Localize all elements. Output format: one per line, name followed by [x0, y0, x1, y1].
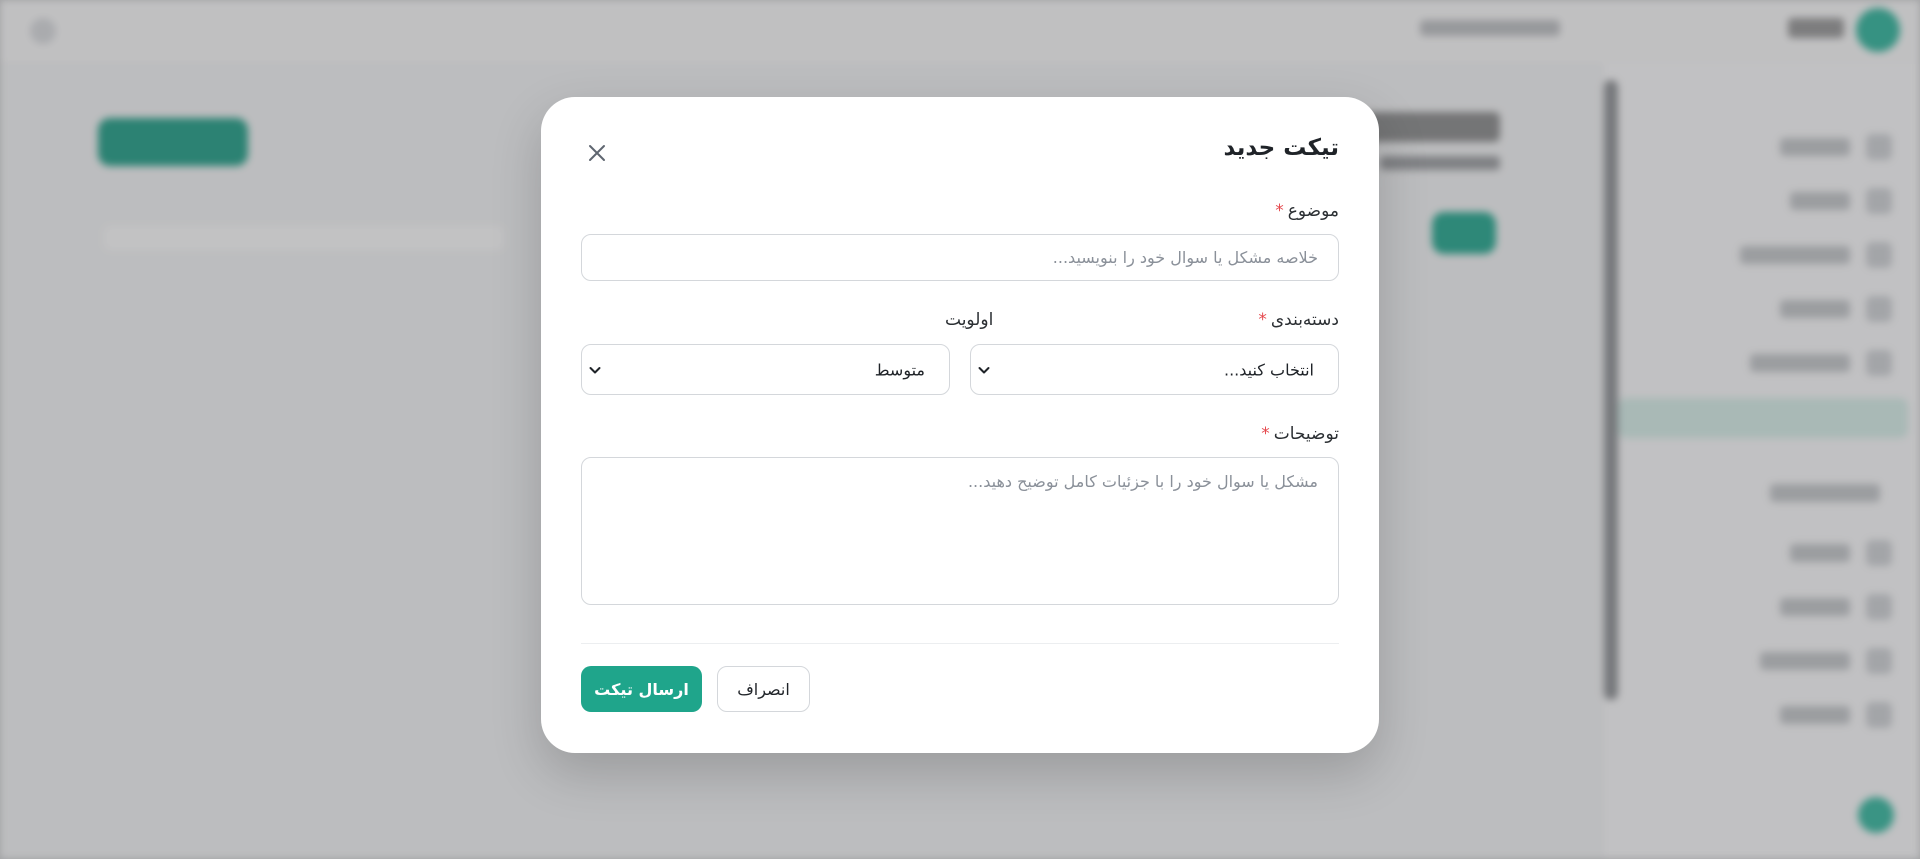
chevron-down-icon	[589, 366, 601, 373]
category-select[interactable]: انتخاب کنید...	[970, 344, 1339, 395]
close-button[interactable]	[585, 141, 609, 165]
subject-label: موضوع*	[1275, 201, 1339, 221]
required-mark: *	[1258, 310, 1267, 330]
description-textarea[interactable]	[582, 458, 1338, 604]
required-mark: *	[1275, 201, 1284, 221]
required-mark: *	[1261, 424, 1270, 444]
cancel-button[interactable]: انصراف	[717, 666, 810, 712]
subject-field[interactable]	[581, 234, 1339, 281]
category-selected-value: انتخاب کنید...	[1223, 360, 1314, 379]
description-field[interactable]	[581, 457, 1339, 605]
modal-title: تیکت جدید	[1223, 135, 1339, 161]
category-label: دسته‌بندی*	[1258, 310, 1339, 330]
priority-selected-value: متوسط	[874, 360, 925, 379]
footer-divider	[581, 643, 1339, 644]
close-icon	[589, 145, 605, 161]
priority-label: اولویت	[945, 310, 994, 330]
submit-ticket-button[interactable]: ارسال تیکت	[581, 666, 702, 712]
category-label-text: دسته‌بندی	[1270, 310, 1339, 330]
description-label: توضیحات*	[1261, 424, 1339, 444]
subject-label-text: موضوع	[1287, 201, 1339, 221]
description-label-text: توضیحات	[1273, 424, 1339, 444]
subject-input[interactable]	[582, 235, 1338, 280]
chevron-down-icon	[978, 366, 990, 373]
priority-select[interactable]: متوسط	[581, 344, 950, 395]
new-ticket-modal: تیکت جدید موضوع* دسته‌بندی* انتخاب کنید.…	[541, 97, 1379, 753]
